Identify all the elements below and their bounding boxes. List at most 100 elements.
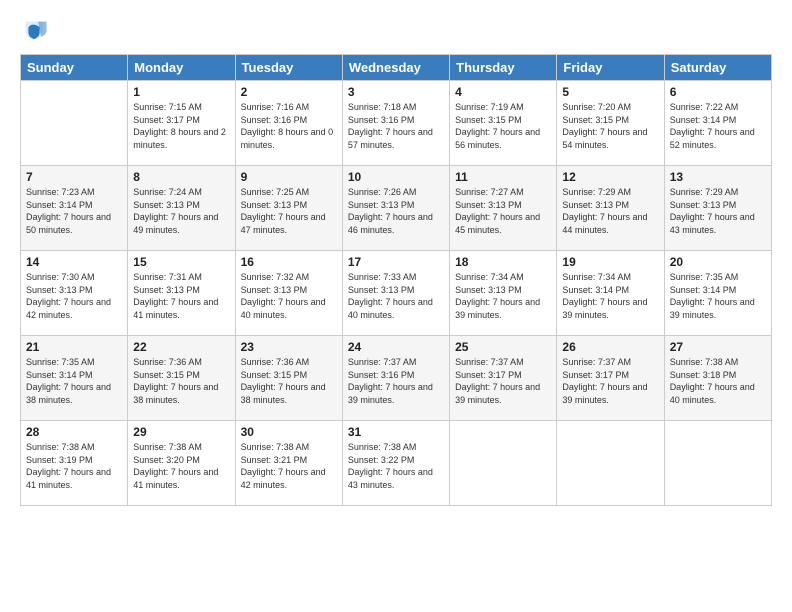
calendar-cell: 30 Sunrise: 7:38 AMSunset: 3:21 PMDayligh… bbox=[235, 421, 342, 506]
calendar-cell: 26 Sunrise: 7:37 AMSunset: 3:17 PMDayligh… bbox=[557, 336, 664, 421]
cell-text: Sunrise: 7:38 AMSunset: 3:21 PMDaylight:… bbox=[241, 442, 326, 490]
cell-text: Sunrise: 7:24 AMSunset: 3:13 PMDaylight:… bbox=[133, 187, 218, 235]
weekday-header-friday: Friday bbox=[557, 55, 664, 81]
calendar-cell: 20 Sunrise: 7:35 AMSunset: 3:14 PMDayligh… bbox=[664, 251, 771, 336]
day-number: 12 bbox=[562, 170, 658, 184]
cell-text: Sunrise: 7:16 AMSunset: 3:16 PMDaylight:… bbox=[241, 102, 334, 150]
cell-text: Sunrise: 7:35 AMSunset: 3:14 PMDaylight:… bbox=[670, 272, 755, 320]
cell-text: Sunrise: 7:25 AMSunset: 3:13 PMDaylight:… bbox=[241, 187, 326, 235]
day-number: 19 bbox=[562, 255, 658, 269]
cell-text: Sunrise: 7:37 AMSunset: 3:17 PMDaylight:… bbox=[562, 357, 647, 405]
day-number: 29 bbox=[133, 425, 229, 439]
calendar-cell: 11Sunrise: 7:27 AMSunset: 3:13 PMDayligh… bbox=[450, 166, 557, 251]
logo bbox=[20, 16, 50, 44]
week-row-4: 28 Sunrise: 7:38 AMSunset: 3:19 PMDayligh… bbox=[21, 421, 772, 506]
cell-text: Sunrise: 7:38 AMSunset: 3:20 PMDaylight:… bbox=[133, 442, 218, 490]
day-number: 7 bbox=[26, 170, 122, 184]
cell-text: Sunrise: 7:32 AMSunset: 3:13 PMDaylight:… bbox=[241, 272, 326, 320]
calendar-cell: 24 Sunrise: 7:37 AMSunset: 3:16 PMDayligh… bbox=[342, 336, 449, 421]
weekday-header-saturday: Saturday bbox=[664, 55, 771, 81]
calendar-cell: 4 Sunrise: 7:19 AMSunset: 3:15 PMDaylight… bbox=[450, 81, 557, 166]
calendar-cell: 10 Sunrise: 7:26 AMSunset: 3:13 PMDayligh… bbox=[342, 166, 449, 251]
calendar-cell: 25 Sunrise: 7:37 AMSunset: 3:17 PMDayligh… bbox=[450, 336, 557, 421]
calendar-cell: 7 Sunrise: 7:23 AMSunset: 3:14 PMDaylight… bbox=[21, 166, 128, 251]
calendar-cell: 28 Sunrise: 7:38 AMSunset: 3:19 PMDayligh… bbox=[21, 421, 128, 506]
day-number: 6 bbox=[670, 85, 766, 99]
calendar-cell bbox=[664, 421, 771, 506]
day-number: 31 bbox=[348, 425, 444, 439]
day-number: 18 bbox=[455, 255, 551, 269]
cell-text: Sunrise: 7:23 AMSunset: 3:14 PMDaylight:… bbox=[26, 187, 111, 235]
calendar-cell: 21 Sunrise: 7:35 AMSunset: 3:14 PMDayligh… bbox=[21, 336, 128, 421]
cell-text: Sunrise: 7:26 AMSunset: 3:13 PMDaylight:… bbox=[348, 187, 433, 235]
cell-text: Sunrise: 7:19 AMSunset: 3:15 PMDaylight:… bbox=[455, 102, 540, 150]
day-number: 22 bbox=[133, 340, 229, 354]
day-number: 20 bbox=[670, 255, 766, 269]
calendar-cell bbox=[450, 421, 557, 506]
cell-text: Sunrise: 7:34 AMSunset: 3:14 PMDaylight:… bbox=[562, 272, 647, 320]
calendar-cell: 15 Sunrise: 7:31 AMSunset: 3:13 PMDayligh… bbox=[128, 251, 235, 336]
day-number: 30 bbox=[241, 425, 337, 439]
cell-text: Sunrise: 7:29 AMSunset: 3:13 PMDaylight:… bbox=[562, 187, 647, 235]
weekday-header-tuesday: Tuesday bbox=[235, 55, 342, 81]
calendar-cell: 29 Sunrise: 7:38 AMSunset: 3:20 PMDayligh… bbox=[128, 421, 235, 506]
day-number: 15 bbox=[133, 255, 229, 269]
calendar-cell: 2 Sunrise: 7:16 AMSunset: 3:16 PMDaylight… bbox=[235, 81, 342, 166]
day-number: 10 bbox=[348, 170, 444, 184]
cell-text: Sunrise: 7:29 AMSunset: 3:13 PMDaylight:… bbox=[670, 187, 755, 235]
day-number: 1 bbox=[133, 85, 229, 99]
calendar-cell: 1 Sunrise: 7:15 AMSunset: 3:17 PMDaylight… bbox=[128, 81, 235, 166]
cell-text: Sunrise: 7:38 AMSunset: 3:19 PMDaylight:… bbox=[26, 442, 111, 490]
day-number: 17 bbox=[348, 255, 444, 269]
cell-text: Sunrise: 7:35 AMSunset: 3:14 PMDaylight:… bbox=[26, 357, 111, 405]
day-number: 14 bbox=[26, 255, 122, 269]
weekday-header-thursday: Thursday bbox=[450, 55, 557, 81]
cell-text: Sunrise: 7:36 AMSunset: 3:15 PMDaylight:… bbox=[241, 357, 326, 405]
weekday-header-row: SundayMondayTuesdayWednesdayThursdayFrid… bbox=[21, 55, 772, 81]
calendar-cell: 31Sunrise: 7:38 AMSunset: 3:22 PMDayligh… bbox=[342, 421, 449, 506]
calendar-cell bbox=[557, 421, 664, 506]
calendar-cell: 23 Sunrise: 7:36 AMSunset: 3:15 PMDayligh… bbox=[235, 336, 342, 421]
day-number: 23 bbox=[241, 340, 337, 354]
day-number: 11 bbox=[455, 170, 551, 184]
calendar-cell: 22 Sunrise: 7:36 AMSunset: 3:15 PMDayligh… bbox=[128, 336, 235, 421]
cell-text: Sunrise: 7:34 AMSunset: 3:13 PMDaylight:… bbox=[455, 272, 540, 320]
weekday-header-wednesday: Wednesday bbox=[342, 55, 449, 81]
week-row-0: 1 Sunrise: 7:15 AMSunset: 3:17 PMDaylight… bbox=[21, 81, 772, 166]
calendar-cell: 13Sunrise: 7:29 AMSunset: 3:13 PMDayligh… bbox=[664, 166, 771, 251]
cell-text: Sunrise: 7:31 AMSunset: 3:13 PMDaylight:… bbox=[133, 272, 218, 320]
cell-text: Sunrise: 7:20 AMSunset: 3:15 PMDaylight:… bbox=[562, 102, 647, 150]
calendar-cell: 9 Sunrise: 7:25 AMSunset: 3:13 PMDaylight… bbox=[235, 166, 342, 251]
day-number: 5 bbox=[562, 85, 658, 99]
cell-text: Sunrise: 7:37 AMSunset: 3:17 PMDaylight:… bbox=[455, 357, 540, 405]
cell-text: Sunrise: 7:15 AMSunset: 3:17 PMDaylight:… bbox=[133, 102, 226, 150]
calendar-cell: 12 Sunrise: 7:29 AMSunset: 3:13 PMDayligh… bbox=[557, 166, 664, 251]
day-number: 27 bbox=[670, 340, 766, 354]
day-number: 3 bbox=[348, 85, 444, 99]
calendar-cell: 19 Sunrise: 7:34 AMSunset: 3:14 PMDayligh… bbox=[557, 251, 664, 336]
day-number: 2 bbox=[241, 85, 337, 99]
day-number: 21 bbox=[26, 340, 122, 354]
cell-text: Sunrise: 7:18 AMSunset: 3:16 PMDaylight:… bbox=[348, 102, 433, 150]
day-number: 28 bbox=[26, 425, 122, 439]
calendar-cell bbox=[21, 81, 128, 166]
day-number: 4 bbox=[455, 85, 551, 99]
day-number: 25 bbox=[455, 340, 551, 354]
cell-text: Sunrise: 7:36 AMSunset: 3:15 PMDaylight:… bbox=[133, 357, 218, 405]
day-number: 9 bbox=[241, 170, 337, 184]
cell-text: Sunrise: 7:38 AMSunset: 3:18 PMDaylight:… bbox=[670, 357, 755, 405]
week-row-3: 21 Sunrise: 7:35 AMSunset: 3:14 PMDayligh… bbox=[21, 336, 772, 421]
day-number: 16 bbox=[241, 255, 337, 269]
weekday-header-monday: Monday bbox=[128, 55, 235, 81]
cell-text: Sunrise: 7:30 AMSunset: 3:13 PMDaylight:… bbox=[26, 272, 111, 320]
week-row-1: 7 Sunrise: 7:23 AMSunset: 3:14 PMDaylight… bbox=[21, 166, 772, 251]
calendar-cell: 16 Sunrise: 7:32 AMSunset: 3:13 PMDayligh… bbox=[235, 251, 342, 336]
calendar-cell: 5 Sunrise: 7:20 AMSunset: 3:15 PMDaylight… bbox=[557, 81, 664, 166]
day-number: 26 bbox=[562, 340, 658, 354]
day-number: 24 bbox=[348, 340, 444, 354]
header bbox=[20, 16, 772, 44]
calendar-table: SundayMondayTuesdayWednesdayThursdayFrid… bbox=[20, 54, 772, 506]
cell-text: Sunrise: 7:37 AMSunset: 3:16 PMDaylight:… bbox=[348, 357, 433, 405]
calendar-cell: 27 Sunrise: 7:38 AMSunset: 3:18 PMDayligh… bbox=[664, 336, 771, 421]
calendar-cell: 17Sunrise: 7:33 AMSunset: 3:13 PMDayligh… bbox=[342, 251, 449, 336]
